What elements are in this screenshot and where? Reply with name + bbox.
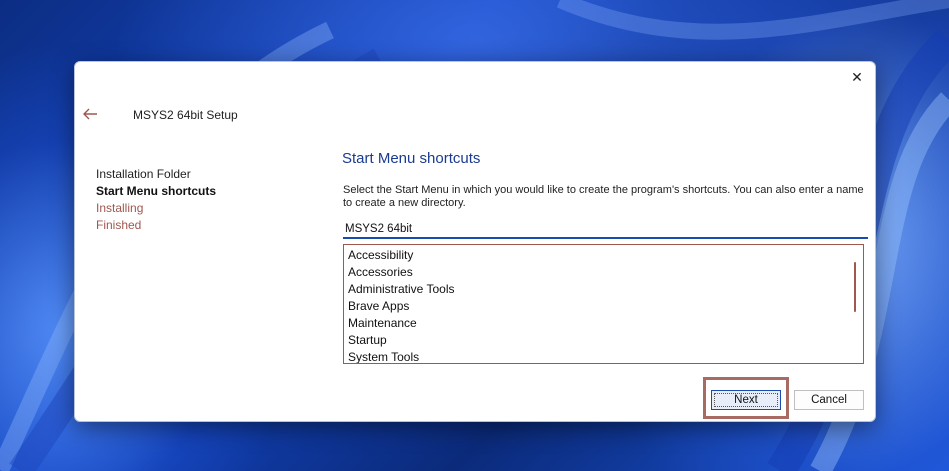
list-item[interactable]: Startup — [344, 332, 863, 349]
page-description: Select the Start Menu in which you would… — [343, 184, 864, 209]
steps-list: Installation Folder Start Menu shortcuts… — [96, 166, 216, 234]
step-installation-folder: Installation Folder — [96, 167, 191, 181]
cancel-button[interactable]: Cancel — [794, 390, 864, 410]
setup-dialog: ✕ MSYS2 64bit Setup Installation Folder … — [74, 61, 876, 422]
list-item[interactable]: Accessories — [344, 264, 863, 281]
list-item[interactable]: Maintenance — [344, 315, 863, 332]
window-title: MSYS2 64bit Setup — [133, 108, 238, 122]
list-item[interactable]: System Tools — [344, 349, 863, 363]
page-title: Start Menu shortcuts — [342, 150, 481, 167]
close-button[interactable]: ✕ — [847, 68, 867, 88]
start-menu-folder-input[interactable] — [343, 220, 868, 239]
step-start-menu-shortcuts: Start Menu shortcuts — [96, 184, 217, 198]
start-menu-folder-list[interactable]: Accessibility Accessories Administrative… — [343, 244, 864, 364]
list-item[interactable]: Administrative Tools — [344, 281, 863, 298]
list-item[interactable]: Accessibility — [344, 247, 863, 264]
back-arrow-icon[interactable] — [81, 106, 99, 122]
step-finished: Finished — [96, 218, 142, 232]
step-installing: Installing — [96, 201, 144, 215]
list-scrollbar[interactable] — [854, 262, 856, 312]
next-button[interactable]: Next — [711, 390, 781, 410]
list-item[interactable]: Brave Apps — [344, 298, 863, 315]
